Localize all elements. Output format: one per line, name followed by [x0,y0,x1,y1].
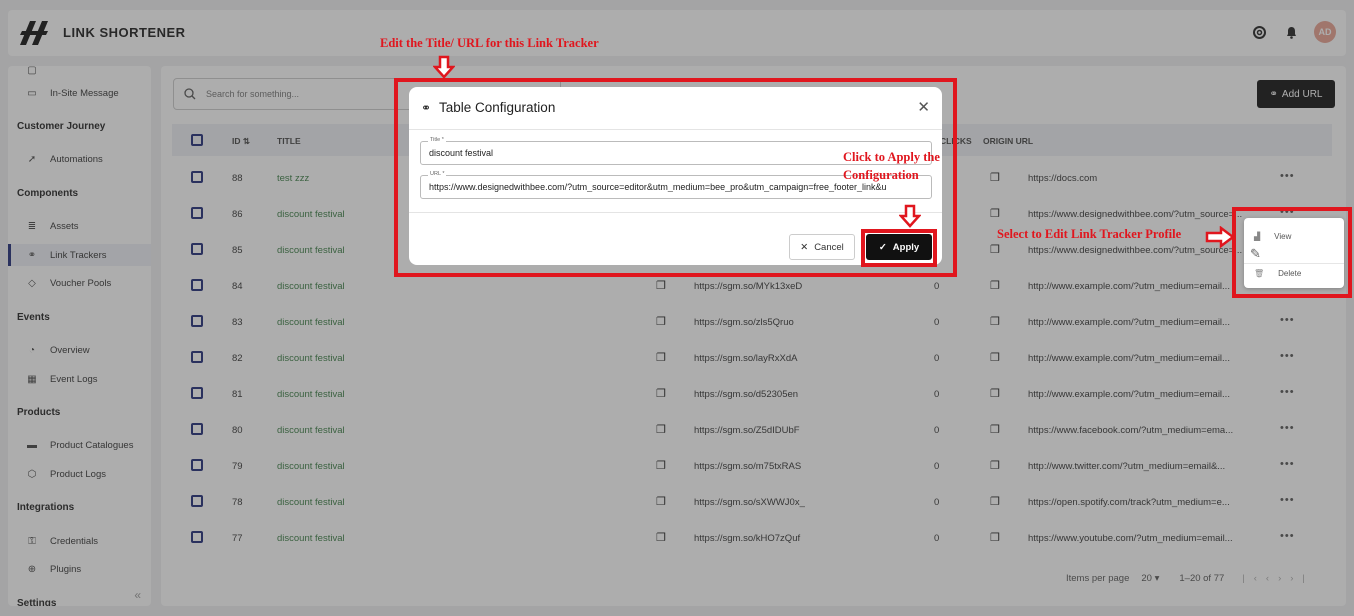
edit-annotation: Edit the Title/ URL for this Link Tracke… [380,36,599,50]
menu-highlight [1232,207,1352,298]
apply-annotation-line1: Click to Apply the [843,150,940,164]
arrow-right-icon [1205,226,1235,248]
apply-annotation-line2: Configuration [843,168,919,182]
apply-highlight [861,229,937,267]
select-annotation: Select to Edit Link Tracker Profile [997,227,1182,241]
arrow-down-icon [899,204,921,228]
arrow-down-icon [433,55,455,79]
